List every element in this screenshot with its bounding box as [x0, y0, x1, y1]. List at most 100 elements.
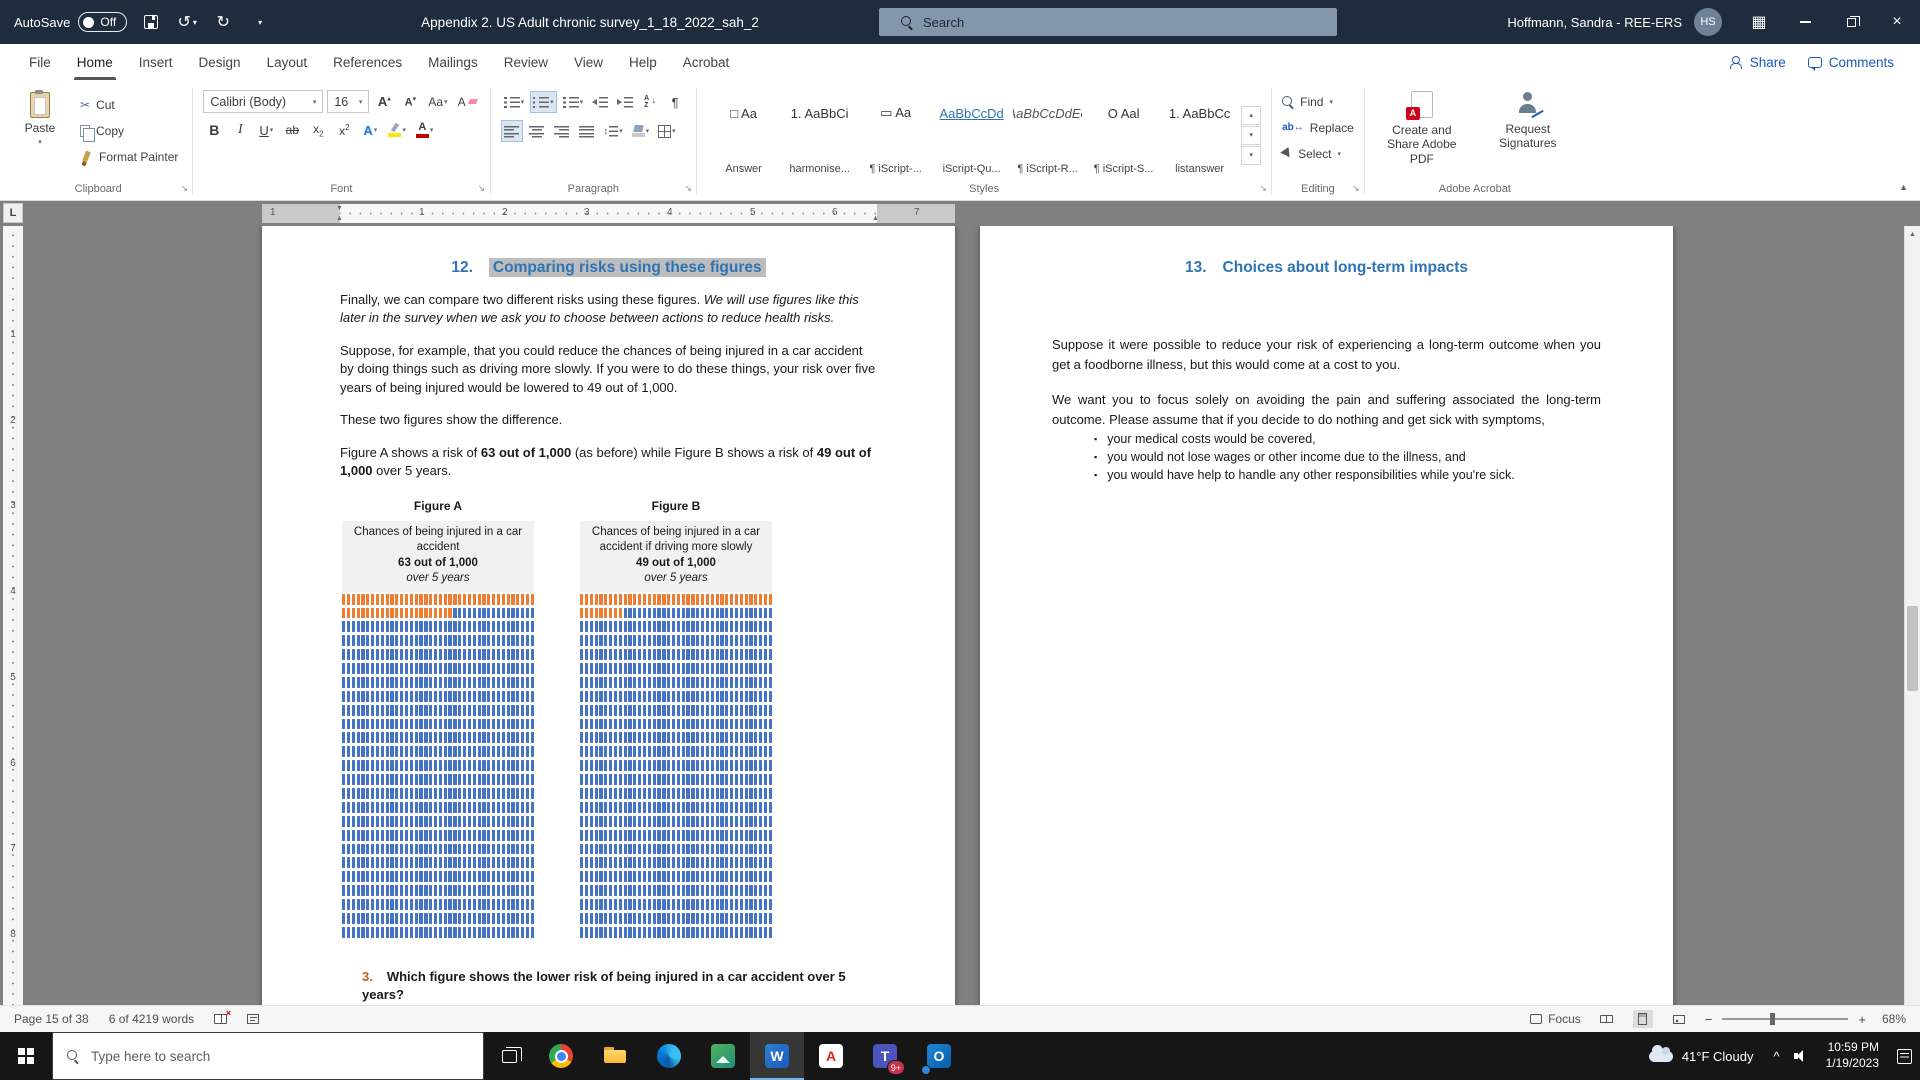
taskbar-app-acrobat[interactable]: A — [804, 1032, 858, 1080]
task-view-button[interactable] — [484, 1032, 534, 1080]
show-paragraph-marks-button[interactable]: ¶ — [664, 91, 686, 113]
style-tile[interactable]: AaBbCcDdEe¶ iScript-R... — [1011, 90, 1084, 180]
hidden-icons-button[interactable]: ^ — [1774, 1049, 1780, 1064]
style-tile[interactable]: 1. AaBbCclistanswer — [1163, 90, 1236, 180]
zoom-out-button[interactable]: − — [1705, 1012, 1713, 1027]
menu-tab-design[interactable]: Design — [186, 44, 254, 80]
taskbar-app-edge[interactable] — [642, 1032, 696, 1080]
autosave-pill[interactable]: Off — [78, 12, 127, 32]
change-case-button[interactable]: Aa▾ — [425, 91, 450, 113]
maximize-button[interactable] — [1828, 0, 1874, 44]
paste-button[interactable]: Paste ▾ — [14, 86, 66, 180]
clock[interactable]: 10:59 PM 1/19/2023 — [1822, 1040, 1883, 1071]
dialog-launcher-icon[interactable]: ↘ — [177, 182, 191, 195]
style-tile[interactable]: O Aal¶ iScript-S... — [1087, 90, 1160, 180]
right-indent-marker[interactable]: ▲ — [872, 215, 879, 222]
menu-tab-review[interactable]: Review — [491, 44, 561, 80]
format-painter-button[interactable]: Format Painter — [76, 146, 182, 167]
align-left-button[interactable] — [501, 120, 523, 142]
menu-tab-layout[interactable]: Layout — [254, 44, 321, 80]
strikethrough-button[interactable]: ab — [281, 119, 303, 141]
action-center-icon[interactable] — [1897, 1049, 1912, 1064]
taskbar-app-file-explorer[interactable] — [588, 1032, 642, 1080]
print-layout-button[interactable] — [1633, 1010, 1653, 1028]
increase-indent-button[interactable] — [614, 91, 636, 113]
create-share-pdf-button[interactable]: A Create and Share Adobe PDF — [1375, 91, 1469, 180]
autosave-toggle[interactable]: AutoSave Off — [14, 12, 127, 32]
close-button[interactable]: × — [1874, 0, 1920, 44]
hanging-indent-marker[interactable]: ▲ — [336, 215, 343, 222]
subscript-button[interactable]: x2 — [307, 119, 329, 141]
zoom-in-button[interactable]: + — [1858, 1012, 1866, 1027]
italic-button[interactable]: I — [229, 119, 251, 141]
minimize-button[interactable] — [1782, 0, 1828, 44]
replace-button[interactable]: ab↔Replace — [1282, 117, 1354, 138]
underline-button[interactable]: U▾ — [255, 119, 277, 141]
cut-button[interactable]: ✂Cut — [76, 94, 182, 115]
align-right-button[interactable] — [551, 120, 573, 142]
scroll-up-icon[interactable]: ▲ — [1905, 226, 1920, 242]
taskbar-app-word[interactable]: W — [750, 1032, 804, 1080]
comments-button[interactable]: Comments — [1808, 55, 1894, 70]
proofing-errors-button[interactable] — [214, 1014, 227, 1024]
taskbar-search[interactable] — [52, 1032, 484, 1080]
borders-button[interactable]: ▾ — [655, 120, 679, 142]
scrollbar-thumb[interactable] — [1907, 606, 1918, 691]
start-button[interactable] — [0, 1032, 52, 1080]
collapse-ribbon-button[interactable]: ▲ — [1899, 182, 1908, 192]
style-tile[interactable]: 1. AaBbCiharmonise... — [783, 90, 856, 180]
numbering-button[interactable]: ▾ — [530, 91, 557, 113]
find-button[interactable]: Find▾ — [1282, 91, 1354, 112]
menu-tab-references[interactable]: References — [320, 44, 415, 80]
copy-button[interactable]: Copy — [76, 120, 182, 141]
first-line-indent-marker[interactable]: ▼ — [336, 205, 343, 212]
v-ruler[interactable]: 12345678 — [3, 226, 23, 1005]
page-right[interactable]: 13.Choices about long-term impacts Suppo… — [980, 226, 1673, 1005]
menu-tab-view[interactable]: View — [561, 44, 616, 80]
text-effects-button[interactable]: A▾ — [359, 119, 381, 141]
clear-formatting-button[interactable]: A — [455, 91, 480, 113]
avatar[interactable]: HS — [1694, 8, 1722, 36]
zoom-slider-thumb[interactable] — [1770, 1013, 1775, 1025]
zoom-level[interactable]: 68% — [1882, 1012, 1906, 1026]
undo-button[interactable]: ↺▾ — [175, 10, 199, 34]
menu-tab-mailings[interactable]: Mailings — [415, 44, 491, 80]
volume-icon[interactable] — [1794, 1050, 1808, 1062]
taskbar-search-input[interactable] — [91, 1049, 421, 1064]
dialog-launcher-icon[interactable]: ↘ — [475, 182, 489, 195]
superscript-button[interactable]: x2 — [333, 119, 355, 141]
h-ruler[interactable]: ▼ ▲ ▲ 11234567 — [262, 204, 955, 223]
tab-stop-selector[interactable]: L — [3, 203, 23, 223]
customize-qat-button[interactable]: ▾ — [247, 10, 271, 34]
page-info[interactable]: Page 15 of 38 — [14, 1012, 89, 1026]
align-center-button[interactable] — [526, 120, 548, 142]
select-button[interactable]: Select▾ — [1282, 143, 1354, 164]
request-signatures-button[interactable]: Request Signatures — [1481, 91, 1575, 180]
style-tile[interactable]: AaBbCcDdiScript-Qu... — [935, 90, 1008, 180]
shrink-font-button[interactable]: A▾ — [399, 91, 421, 113]
save-button[interactable] — [139, 10, 163, 34]
focus-button[interactable]: Focus — [1530, 1012, 1581, 1026]
dialog-launcher-icon[interactable]: ↘ — [1349, 182, 1363, 195]
justify-button[interactable] — [576, 120, 598, 142]
line-spacing-button[interactable]: ↕▾ — [601, 120, 626, 142]
decrease-indent-button[interactable] — [589, 91, 611, 113]
titlebar-search[interactable]: Search — [879, 8, 1337, 36]
bold-button[interactable]: B — [203, 119, 225, 141]
vertical-scrollbar[interactable]: ▲ — [1904, 226, 1920, 1005]
highlight-color-button[interactable]: ▾ — [385, 119, 409, 141]
grow-font-button[interactable]: A▴ — [373, 91, 395, 113]
font-color-button[interactable]: A▾ — [413, 119, 437, 141]
font-name-select[interactable]: Calibri (Body)▾ — [203, 90, 323, 113]
share-button[interactable]: Share — [1729, 55, 1786, 70]
shading-button[interactable]: ▾ — [629, 120, 653, 142]
dialog-launcher-icon[interactable]: ↘ — [1256, 182, 1270, 195]
read-mode-button[interactable] — [1597, 1010, 1617, 1028]
multilevel-list-button[interactable]: ▾ — [560, 91, 587, 113]
styles-scroll-down-button[interactable]: ▾ — [1241, 126, 1261, 145]
dialog-launcher-icon[interactable]: ↘ — [681, 182, 695, 195]
style-tile[interactable]: □ AaAnswer — [707, 90, 780, 180]
menu-tab-acrobat[interactable]: Acrobat — [670, 44, 743, 80]
bullets-button[interactable]: ▾ — [501, 91, 528, 113]
zoom-slider[interactable] — [1722, 1018, 1848, 1020]
